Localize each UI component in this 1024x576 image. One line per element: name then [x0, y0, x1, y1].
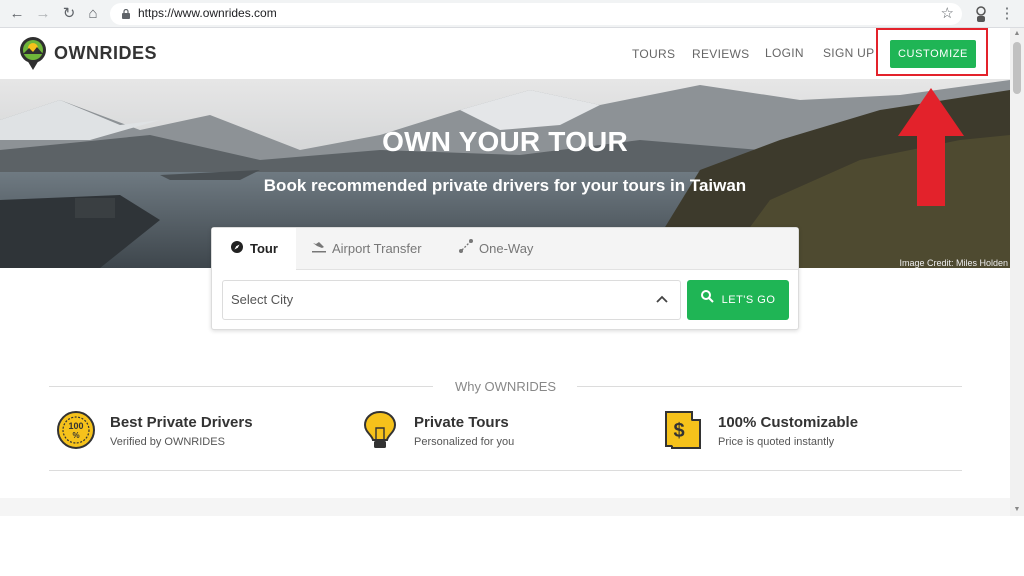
- tab-tour-label: Tour: [250, 241, 278, 256]
- tab-one-way[interactable]: One-Way: [459, 228, 559, 270]
- svg-text:%: %: [72, 431, 79, 440]
- logo-icon[interactable]: [18, 37, 48, 71]
- route-icon: [459, 228, 473, 270]
- customize-button[interactable]: CUSTOMIZE: [890, 40, 976, 68]
- lightbulb-icon: [363, 410, 397, 448]
- feature-private-tours: Private Tours Personalized for you: [360, 408, 600, 454]
- lets-go-button[interactable]: LET'S GO: [687, 280, 789, 320]
- profile-icon[interactable]: [974, 5, 988, 23]
- search-card: Tour Airport Transfer One-Way Select Cit…: [211, 227, 799, 330]
- tab-one-way-label: One-Way: [479, 241, 534, 256]
- brand-name[interactable]: OWNRIDES: [54, 43, 157, 64]
- feature-subtitle: Price is quoted instantly: [718, 436, 835, 448]
- back-icon[interactable]: ←: [8, 5, 26, 23]
- browser-toolbar: ← → ↻ ⌂ https://www.ownrides.com ☆ ⋮: [0, 0, 1024, 28]
- menu-icon[interactable]: ⋮: [998, 5, 1016, 23]
- feature-best-drivers: 100 % Best Private Drivers Verified by O…: [56, 408, 316, 454]
- nav-login[interactable]: LOGIN: [765, 46, 804, 60]
- nav-signup[interactable]: SIGN UP: [823, 46, 874, 60]
- city-select[interactable]: Select City: [222, 280, 681, 320]
- scroll-up-icon[interactable]: ▲: [1013, 30, 1021, 38]
- chevron-up-icon[interactable]: [656, 294, 668, 304]
- why-heading: Why OWNRIDES: [454, 379, 557, 394]
- why-divider: Why OWNRIDES: [49, 376, 962, 398]
- hero-subtitle: Book recommended private drivers for you…: [263, 176, 747, 195]
- url-text: https://www.ownrides.com: [138, 6, 277, 20]
- feature-title: Best Private Drivers: [110, 414, 253, 431]
- feature-subtitle: Verified by OWNRIDES: [110, 436, 225, 448]
- feature-title: Private Tours: [414, 414, 509, 431]
- site-header: OWNRIDES TOURS REVIEWS LOGIN SIGN UP CUS…: [0, 28, 1010, 80]
- svg-text:$: $: [673, 420, 684, 442]
- reload-icon[interactable]: ↻: [60, 5, 78, 23]
- feature-customizable: $ 100% Customizable Price is quoted inst…: [664, 408, 924, 454]
- feature-subtitle: Personalized for you: [414, 436, 515, 448]
- tab-airport-transfer[interactable]: Airport Transfer: [312, 228, 452, 270]
- scrollbar-thumb[interactable]: [1013, 42, 1021, 94]
- badge-100-percent-icon: 100 %: [57, 411, 95, 449]
- nav-reviews[interactable]: REVIEWS: [692, 47, 749, 61]
- image-credit: Image Credit: Miles Holden: [899, 258, 1008, 268]
- lock-icon: [122, 9, 130, 19]
- footer-band: [0, 498, 1010, 516]
- forward-icon[interactable]: →: [34, 5, 52, 23]
- hero-title: OWN YOUR TOUR: [382, 126, 628, 157]
- search-tabs: Tour Airport Transfer One-Way: [212, 228, 798, 271]
- address-bar[interactable]: https://www.ownrides.com ☆: [110, 3, 962, 25]
- scroll-down-icon[interactable]: ▼: [1013, 506, 1021, 514]
- feature-title: 100% Customizable: [718, 414, 859, 431]
- nav-tours[interactable]: TOURS: [632, 47, 675, 61]
- tab-airport-label: Airport Transfer: [332, 241, 422, 256]
- city-select-placeholder: Select City: [231, 292, 294, 307]
- tab-tour[interactable]: Tour: [212, 228, 296, 271]
- arrow-up-annotation-icon: [898, 88, 964, 206]
- star-icon[interactable]: ☆: [941, 4, 954, 22]
- plane-landing-icon: [312, 228, 326, 270]
- compass-icon: [230, 228, 244, 270]
- home-icon[interactable]: ⌂: [84, 5, 102, 23]
- svg-text:100: 100: [68, 421, 83, 431]
- search-icon: [700, 290, 714, 303]
- section-divider: [49, 470, 962, 471]
- lets-go-label: LET'S GO: [721, 294, 776, 306]
- price-tag-dollar-icon: $: [665, 411, 701, 449]
- page-scrollbar[interactable]: ▲ ▼: [1010, 28, 1024, 516]
